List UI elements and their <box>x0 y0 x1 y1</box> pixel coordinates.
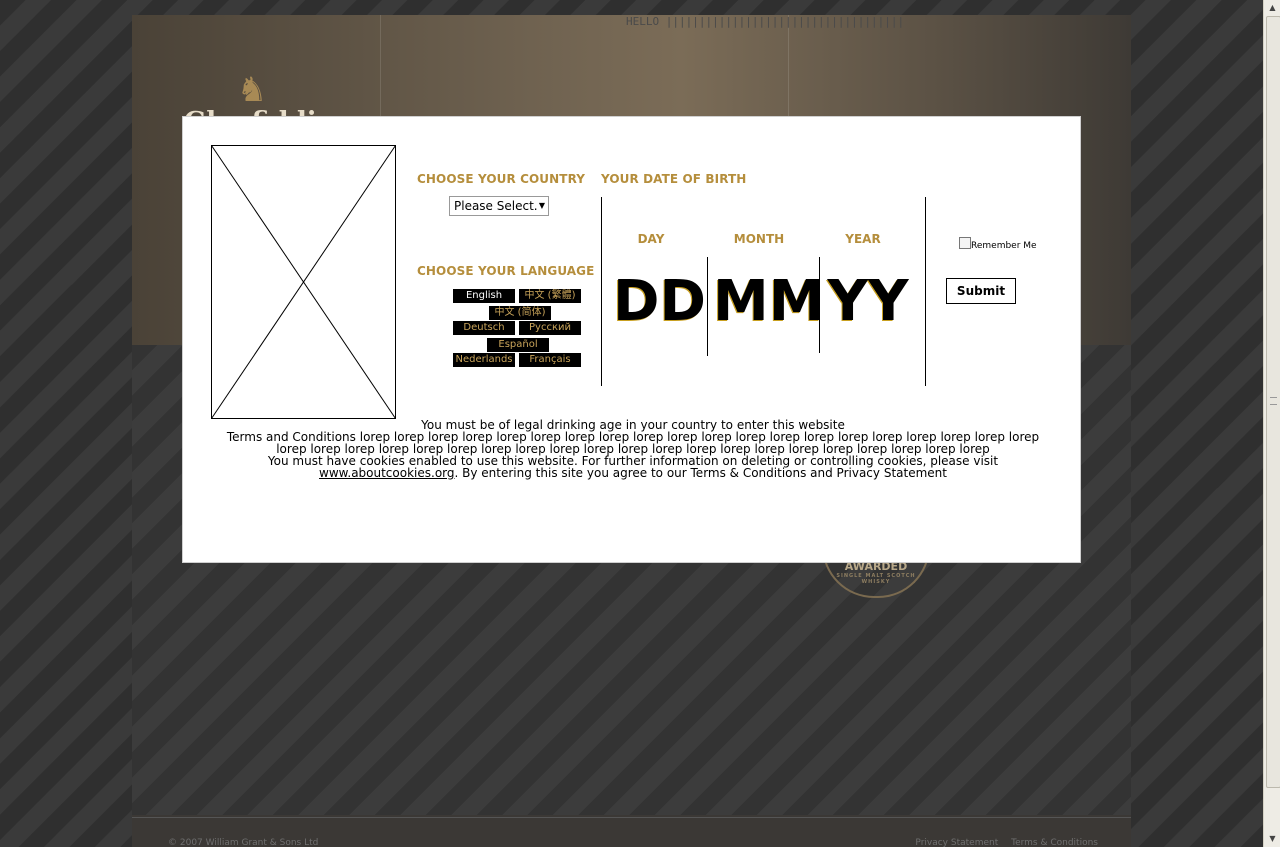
dob-left-border <box>601 197 602 386</box>
cookie-notice: You must have cookies enabled to use thi… <box>213 455 1053 479</box>
language-button-german[interactable]: Deutsch <box>453 321 515 335</box>
footer-divider <box>132 817 1131 818</box>
missing-image-placeholder-icon <box>211 145 396 419</box>
month-input[interactable]: MM <box>713 272 824 332</box>
aboutcookies-link[interactable]: www.aboutcookies.org <box>319 466 454 480</box>
day-label: DAY <box>637 232 665 246</box>
language-button-chinese-simplified[interactable]: 中文 (简体) <box>489 306 551 320</box>
month-label: MONTH <box>733 232 785 246</box>
year-input[interactable]: YY <box>823 272 913 332</box>
dob-divider <box>707 257 708 356</box>
country-heading: CHOOSE YOUR COUNTRY <box>417 172 586 186</box>
country-select[interactable]: Please Select. ▼ <box>449 196 549 216</box>
language-button-chinese-traditional[interactable]: 中文 (繁體) <box>519 289 581 303</box>
footer-link-privacy[interactable]: Privacy Statement <box>915 838 998 847</box>
vertical-scrollbar[interactable]: ▲ ▼ <box>1263 0 1280 847</box>
age-gate-modal: CHOOSE YOUR COUNTRY Please Select. ▼ CHO… <box>182 116 1081 563</box>
footer-copyright: © 2007 William Grant & Sons Ltd <box>168 838 319 847</box>
scroll-down-arrow-icon[interactable]: ▼ <box>1265 831 1280 846</box>
remember-me[interactable]: Remember Me <box>959 237 1049 251</box>
remember-me-checkbox[interactable] <box>959 237 971 249</box>
language-heading: CHOOSE YOUR LANGUAGE <box>417 264 595 278</box>
header-hint-text: HELLO ||||||||||||||||||||||||||||||||||… <box>626 15 902 28</box>
terms-text: Terms and Conditions lorep lorep lorep l… <box>226 430 1040 456</box>
language-button-french[interactable]: Français <box>519 353 581 367</box>
chevron-down-icon: ▼ <box>538 201 545 210</box>
country-select-value: Please Select. <box>454 199 538 213</box>
year-label: YEAR <box>845 232 881 246</box>
dob-right-border <box>925 197 926 386</box>
submit-button[interactable]: Submit <box>946 278 1016 304</box>
scroll-up-arrow-icon[interactable]: ▲ <box>1265 0 1280 15</box>
cookie-notice-after: . By entering this site you agree to our… <box>454 466 947 480</box>
language-button-dutch[interactable]: Nederlands <box>453 353 515 367</box>
scroll-grip-icon <box>1270 397 1277 405</box>
footer-link-terms[interactable]: Terms & Conditions <box>1011 838 1098 847</box>
day-input[interactable]: DD <box>613 272 706 332</box>
legal-text: You must be of legal drinking age in you… <box>213 419 1053 479</box>
language-button-english[interactable]: English <box>453 289 515 303</box>
scrollbar-thumb[interactable] <box>1266 16 1280 788</box>
remember-me-label: Remember Me <box>971 241 1037 251</box>
badge-subtitle: SINGLE MALT SCOTCH WHISKY <box>836 573 916 585</box>
dob-heading: YOUR DATE OF BIRTH <box>601 172 747 186</box>
language-button-spanish[interactable]: Español <box>487 338 549 352</box>
language-button-russian[interactable]: Русский <box>519 321 581 335</box>
site-footer: © 2007 William Grant & Sons Ltd Privacy … <box>168 838 1098 847</box>
